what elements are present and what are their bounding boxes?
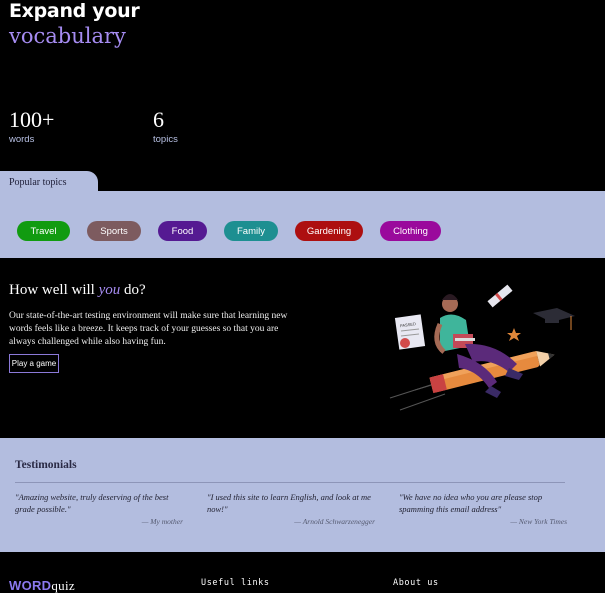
topics-tab-label: Popular topics bbox=[9, 177, 67, 188]
stat-label: words bbox=[9, 134, 35, 145]
testimonial-author: — New York Times bbox=[510, 517, 567, 526]
star-icon bbox=[507, 328, 521, 341]
testimonial-quote: "We have no idea who you are please stop… bbox=[399, 492, 543, 514]
stat-label: topics bbox=[153, 134, 178, 145]
play-game-button[interactable]: Play a game bbox=[9, 354, 59, 373]
chip-label: Sports bbox=[100, 225, 128, 237]
chip-label: Clothing bbox=[393, 225, 428, 237]
footer-useful-links-heading: Useful links bbox=[201, 578, 270, 588]
chip-label: Food bbox=[171, 225, 194, 237]
game-description: Our state-of-the-art testing environment… bbox=[9, 311, 288, 347]
certificate-icon: PASSED bbox=[394, 314, 426, 350]
testimonial-quote: "I used this site to learn English, and … bbox=[207, 492, 371, 514]
game-title: How well will you do? bbox=[9, 282, 146, 299]
topic-chip-gardening[interactable]: Gardening bbox=[295, 221, 363, 241]
hero-title-accent: vocabulary bbox=[9, 24, 126, 48]
testimonials-title: Testimonials bbox=[15, 459, 77, 471]
game-title-pre: How well will bbox=[9, 282, 99, 298]
stat-value: 100+ bbox=[9, 107, 55, 132]
topic-chip-sports[interactable]: Sports bbox=[87, 221, 141, 241]
logo-rest: quiz bbox=[51, 578, 75, 593]
game-title-highlight: you bbox=[98, 282, 121, 298]
topic-chip-family[interactable]: Family bbox=[224, 221, 278, 241]
game-title-post: do? bbox=[120, 282, 146, 298]
footer-logo[interactable]: WORDquiz bbox=[9, 578, 75, 593]
testimonial-quote: "Amazing website, truly deserving of the… bbox=[15, 492, 169, 514]
footer bbox=[0, 552, 605, 593]
topic-chip-clothing[interactable]: Clothing bbox=[380, 221, 441, 241]
stat-value: 6 bbox=[153, 107, 164, 132]
chip-label: Travel bbox=[30, 225, 57, 237]
topic-chip-food[interactable]: Food bbox=[158, 221, 207, 241]
graduation-cap-icon bbox=[533, 308, 575, 330]
topic-chip-travel[interactable]: Travel bbox=[17, 221, 70, 241]
logo-bold: WORD bbox=[9, 578, 52, 593]
stat-topics: 6 topics bbox=[153, 107, 178, 145]
footer-about-us-heading: About us bbox=[393, 578, 439, 588]
student-on-pencil-illustration: PASSED bbox=[389, 284, 575, 411]
divider bbox=[15, 482, 565, 483]
chip-label: Family bbox=[237, 225, 265, 237]
diploma-scroll-icon bbox=[487, 284, 513, 308]
stat-words: 100+ words bbox=[9, 107, 54, 145]
testimonial-author: — Arnold Schwarzenegger bbox=[294, 517, 375, 526]
hero-title: Expand your bbox=[9, 0, 140, 22]
chip-label: Gardening bbox=[306, 225, 352, 237]
testimonial-author: — My mother bbox=[141, 517, 183, 526]
